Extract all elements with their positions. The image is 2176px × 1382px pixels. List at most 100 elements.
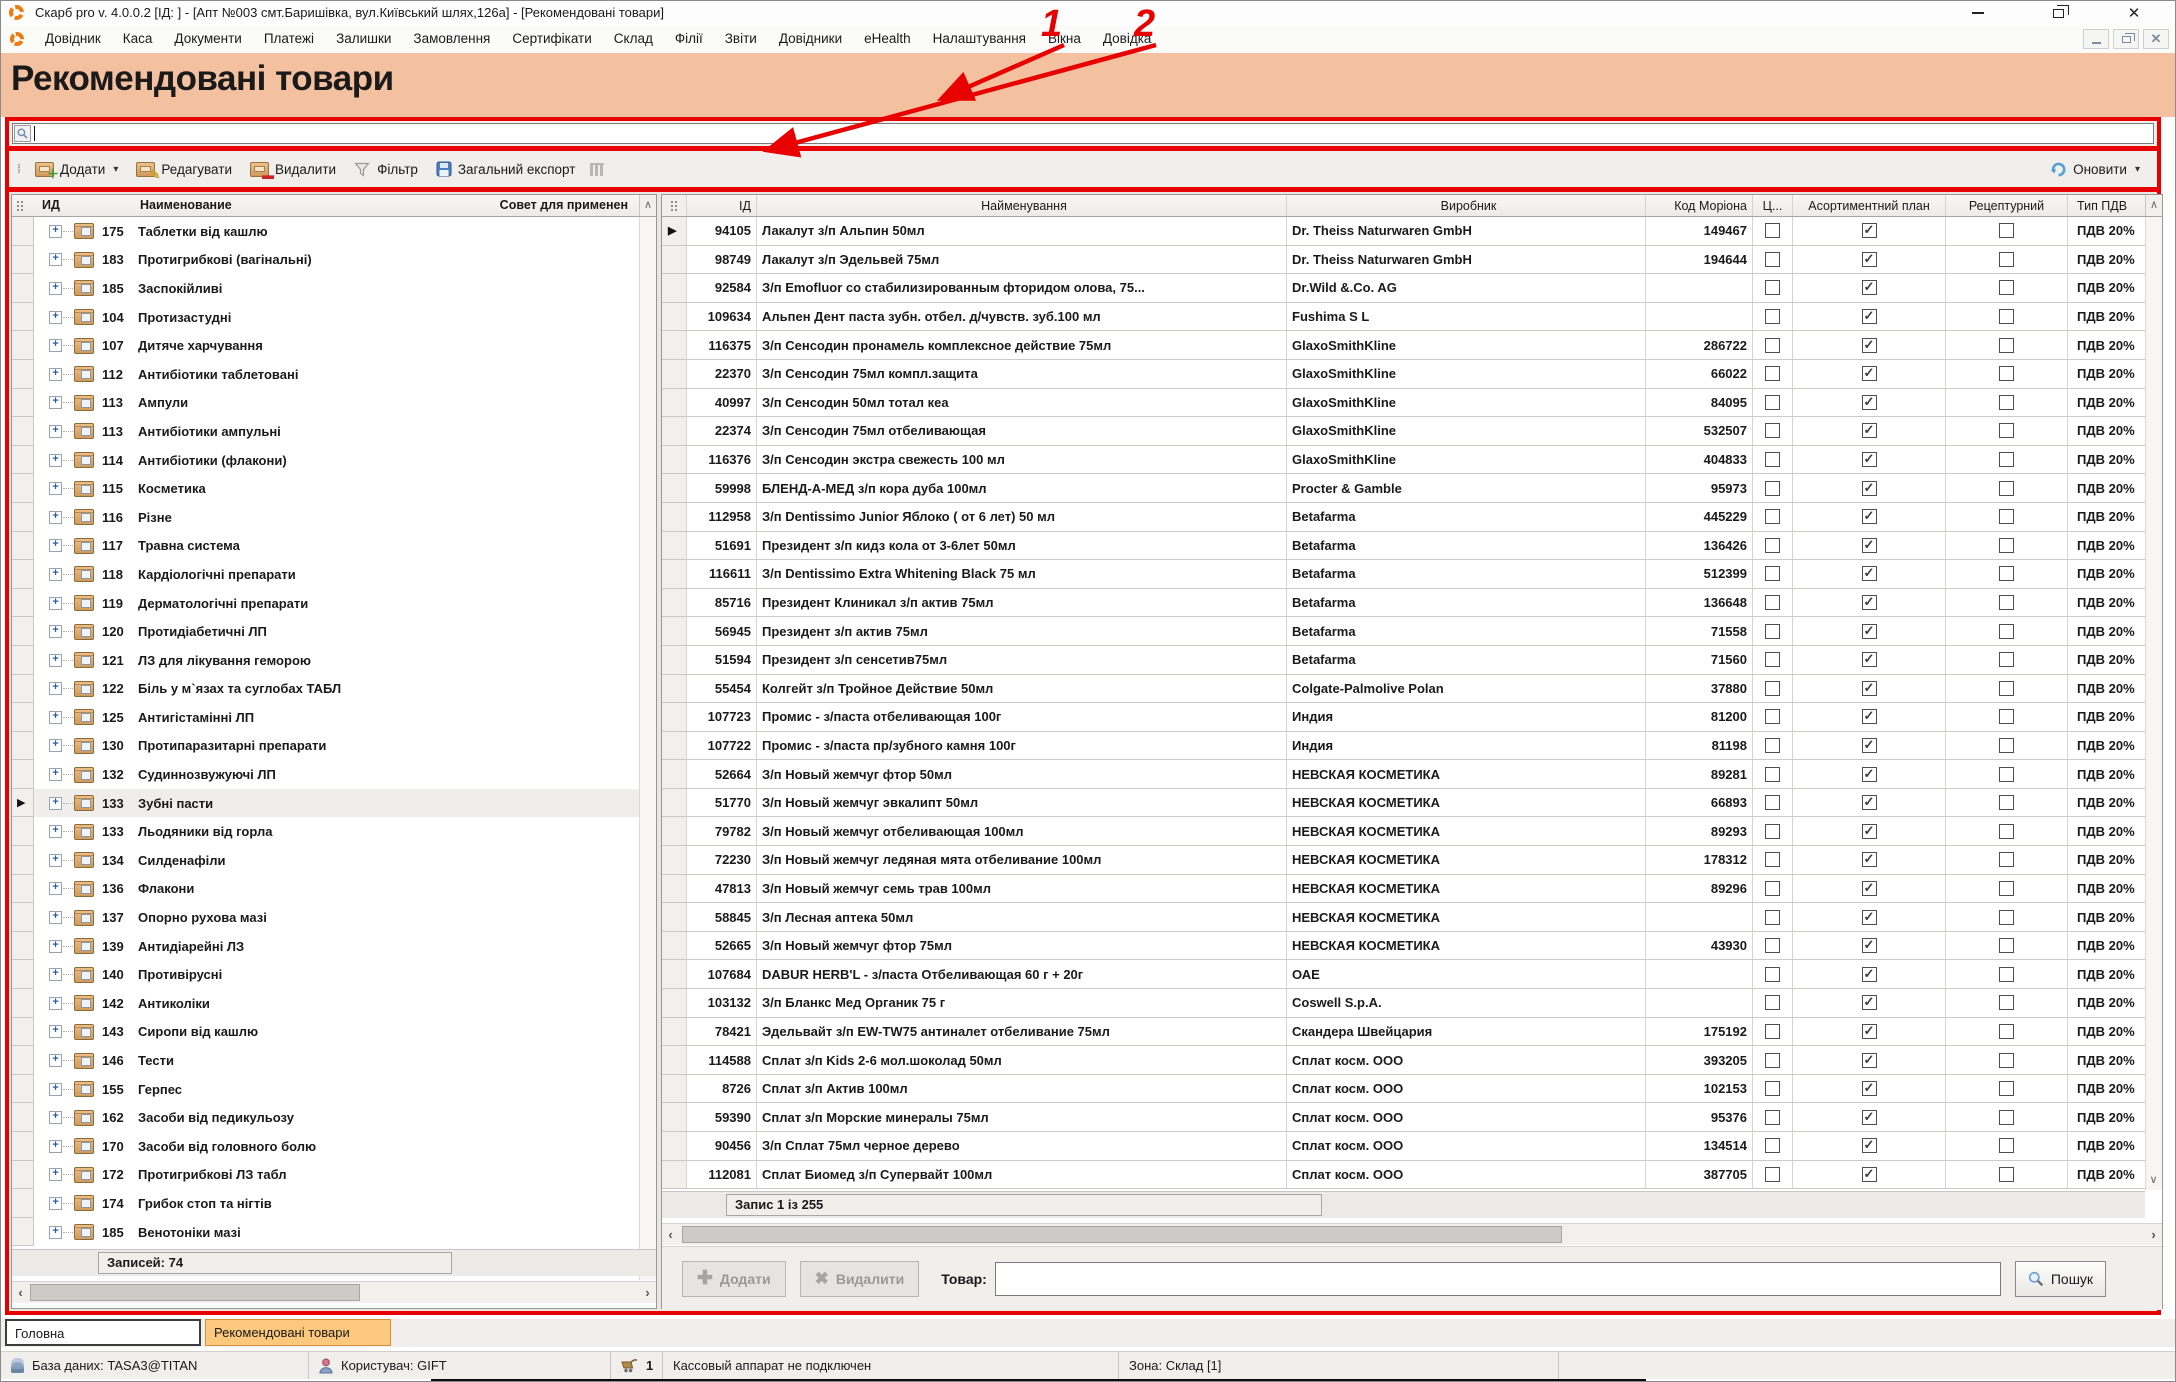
assortment-checkbox-checked[interactable] (1862, 767, 1877, 782)
assortment-checkbox-checked[interactable] (1862, 881, 1877, 896)
cell-c-checkbox[interactable] (1753, 560, 1793, 588)
menu-item[interactable]: Документи (163, 25, 252, 53)
assortment-checkbox-checked[interactable] (1862, 624, 1877, 639)
tree-row[interactable]: 146 Тести (12, 1046, 639, 1075)
c-checkbox-unchecked[interactable] (1765, 767, 1780, 782)
table-row[interactable]: 59998 БЛЕНД-А-МЕД з/п кора дуба 100мл Pr… (662, 474, 2145, 503)
tree-hscroll-thumb[interactable] (30, 1284, 360, 1301)
cell-recipe-checkbox[interactable] (1946, 389, 2068, 417)
tree-scroll-left-icon[interactable] (12, 1282, 29, 1304)
cell-c-checkbox[interactable] (1753, 789, 1793, 817)
cell-assortment-checkbox[interactable] (1793, 246, 1946, 274)
table-row[interactable]: 51594 Президент з/п сенсетив75мл Betafar… (662, 646, 2145, 675)
table-row[interactable]: 112958 З/п Dentissimo Junior Яблоко ( от… (662, 503, 2145, 532)
cell-c-checkbox[interactable] (1753, 875, 1793, 903)
c-checkbox-unchecked[interactable] (1765, 795, 1780, 810)
tree-row[interactable]: 113 Антибіотики ампульні (12, 417, 639, 446)
table-row[interactable]: 94105 Лакалут з/п Альпин 50мл Dr. Theiss… (662, 217, 2145, 246)
cell-c-checkbox[interactable] (1753, 1018, 1793, 1046)
table-row[interactable]: 116611 З/п Dentissimo Extra Whitening Bl… (662, 560, 2145, 589)
recipe-checkbox-unchecked[interactable] (1999, 709, 2014, 724)
edit-button[interactable]: ✎ Редагувати (127, 154, 241, 184)
menu-item[interactable]: Довідник (34, 25, 112, 53)
cell-assortment-checkbox[interactable] (1793, 589, 1946, 617)
tree-expander-icon[interactable] (49, 1226, 62, 1239)
cell-assortment-checkbox[interactable] (1793, 903, 1946, 931)
table-col-morion-code[interactable]: Код Моріона (1646, 195, 1753, 216)
tree-row[interactable]: 130 Протипаразитарні препарати (12, 732, 639, 761)
cell-recipe-checkbox[interactable] (1946, 474, 2068, 502)
c-checkbox-unchecked[interactable] (1765, 252, 1780, 267)
tree-row[interactable]: 104 Протизастудні (12, 303, 639, 332)
cell-assortment-checkbox[interactable] (1793, 389, 1946, 417)
tree-row[interactable]: 185 Заспокійливі (12, 274, 639, 303)
cell-assortment-checkbox[interactable] (1793, 446, 1946, 474)
table-row[interactable]: 56945 Президент з/п актив 75мл Betafarma… (662, 617, 2145, 646)
assortment-checkbox-checked[interactable] (1862, 252, 1877, 267)
cell-recipe-checkbox[interactable] (1946, 1161, 2068, 1189)
table-row[interactable]: 85716 Президент Клиникал з/п актив 75мл … (662, 589, 2145, 618)
cell-recipe-checkbox[interactable] (1946, 789, 2068, 817)
assortment-checkbox-checked[interactable] (1862, 738, 1877, 753)
assortment-checkbox-checked[interactable] (1862, 366, 1877, 381)
c-checkbox-unchecked[interactable] (1765, 1081, 1780, 1096)
tree-scroll-right-icon[interactable] (639, 1282, 656, 1304)
c-checkbox-unchecked[interactable] (1765, 624, 1780, 639)
menu-item[interactable]: Довідники (768, 25, 853, 53)
cell-assortment-checkbox[interactable] (1793, 1161, 1946, 1189)
close-button[interactable]: ✕ (2119, 3, 2149, 23)
assortment-checkbox-checked[interactable] (1862, 395, 1877, 410)
tree-row[interactable]: 133 Льодяники від горла (12, 817, 639, 846)
cell-c-checkbox[interactable] (1753, 589, 1793, 617)
table-row[interactable]: 22370 З/п Сенсодин 75мл компл.защита Gla… (662, 360, 2145, 389)
table-col-name[interactable]: Найменування (757, 195, 1287, 216)
recipe-checkbox-unchecked[interactable] (1999, 509, 2014, 524)
table-hscroll-thumb[interactable] (682, 1226, 1562, 1243)
tree-row[interactable]: 137 Опорно рухова мазі (12, 903, 639, 932)
cell-assortment-checkbox[interactable] (1793, 360, 1946, 388)
tree-col-id[interactable]: ИД (42, 198, 60, 212)
recipe-checkbox-unchecked[interactable] (1999, 1110, 2014, 1125)
cell-c-checkbox[interactable] (1753, 903, 1793, 931)
row-delete-button-disabled[interactable]: ✖ Видалити (800, 1261, 920, 1297)
tree-expander-icon[interactable] (49, 625, 62, 638)
assortment-checkbox-checked[interactable] (1862, 1081, 1877, 1096)
tree-row[interactable]: 118 Кардіологічні препарати (12, 560, 639, 589)
tree-row[interactable]: 125 Антигістамінні ЛП (12, 703, 639, 732)
assortment-checkbox-checked[interactable] (1862, 423, 1877, 438)
cell-recipe-checkbox[interactable] (1946, 303, 2068, 331)
c-checkbox-unchecked[interactable] (1765, 395, 1780, 410)
table-col-vendor[interactable]: Виробник (1287, 195, 1646, 216)
cell-assortment-checkbox[interactable] (1793, 760, 1946, 788)
recipe-checkbox-unchecked[interactable] (1999, 481, 2014, 496)
cell-assortment-checkbox[interactable] (1793, 846, 1946, 874)
minimize-button[interactable] (1963, 3, 1993, 23)
assortment-checkbox-checked[interactable] (1862, 595, 1877, 610)
tab-recommended-active[interactable]: Рекомендовані товари (205, 1319, 391, 1346)
c-checkbox-unchecked[interactable] (1765, 223, 1780, 238)
assortment-checkbox-checked[interactable] (1862, 566, 1877, 581)
cell-recipe-checkbox[interactable] (1946, 817, 2068, 845)
menu-item[interactable]: Замовлення (402, 25, 501, 53)
tree-row[interactable]: 134 Силденафіли (12, 846, 639, 875)
assortment-checkbox-checked[interactable] (1862, 938, 1877, 953)
cell-assortment-checkbox[interactable] (1793, 417, 1946, 445)
c-checkbox-unchecked[interactable] (1765, 280, 1780, 295)
cell-assortment-checkbox[interactable] (1793, 1046, 1946, 1074)
tree-expander-icon[interactable] (49, 797, 62, 810)
tree-row[interactable]: 113 Ампули (12, 389, 639, 418)
tree-expander-icon[interactable] (49, 1083, 62, 1096)
cell-c-checkbox[interactable] (1753, 503, 1793, 531)
tree-row[interactable]: 133 Зубні пасти (12, 789, 639, 818)
tree-expander-icon[interactable] (49, 511, 62, 524)
table-row[interactable]: 107722 Промис - з/паста пр/зубного камня… (662, 732, 2145, 761)
c-checkbox-unchecked[interactable] (1765, 1110, 1780, 1125)
cell-c-checkbox[interactable] (1753, 1075, 1793, 1103)
table-row[interactable]: 103132 З/п Бланкс Мед Органик 75 г Coswe… (662, 989, 2145, 1018)
filter-button[interactable]: Фільтр (345, 154, 427, 184)
cell-c-checkbox[interactable] (1753, 732, 1793, 760)
tree-expander-icon[interactable] (49, 968, 62, 981)
recipe-checkbox-unchecked[interactable] (1999, 309, 2014, 324)
product-input[interactable] (995, 1262, 2001, 1296)
cell-assortment-checkbox[interactable] (1793, 789, 1946, 817)
